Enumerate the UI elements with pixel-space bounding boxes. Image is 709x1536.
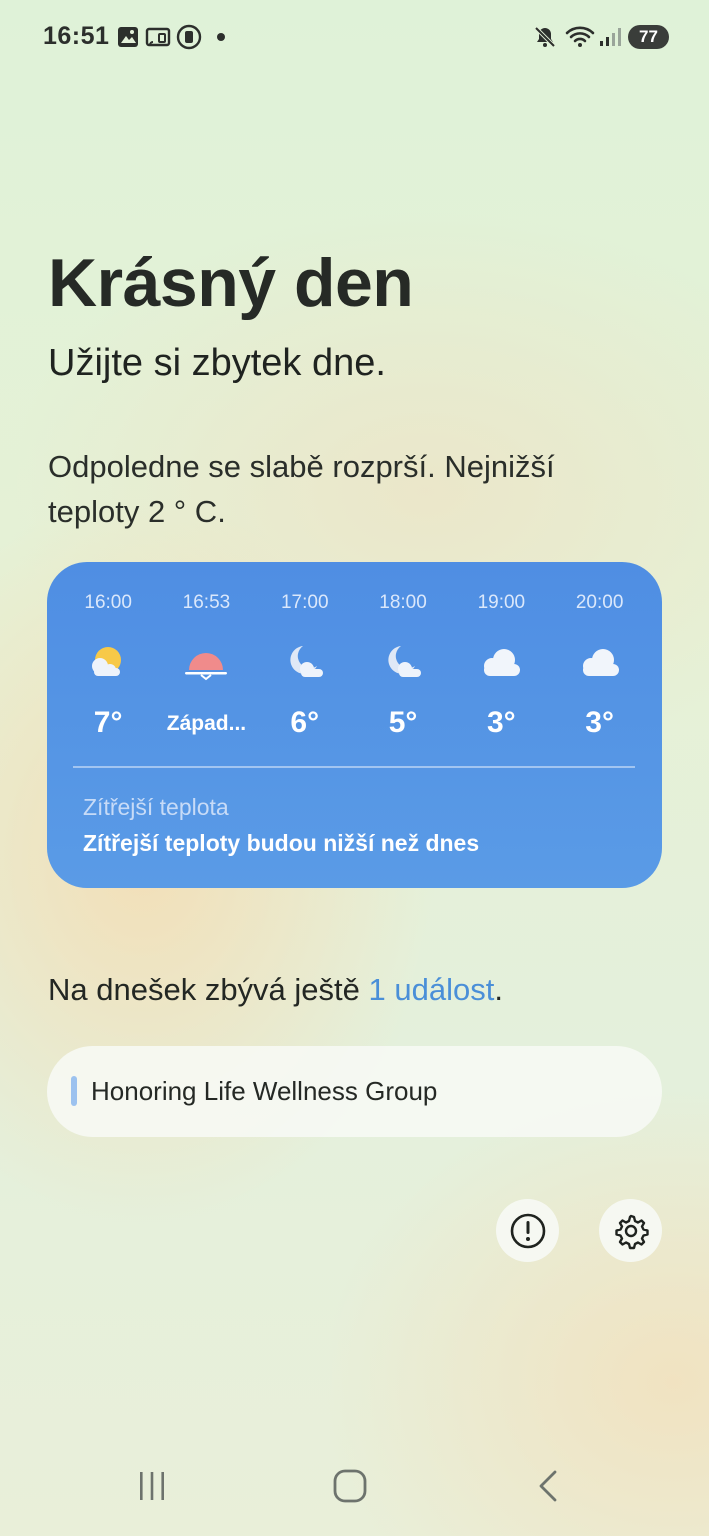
- hour-temp: 3°: [585, 706, 614, 739]
- hour-time: 17:00: [280, 592, 329, 613]
- greeting-subtitle: Užijte si zbytek dne.: [48, 342, 386, 384]
- notification-dot: [217, 33, 225, 41]
- event-title: Honoring Life Wellness Group: [91, 1076, 438, 1106]
- hour-forecast-item: 19:00 3°: [452, 592, 550, 740]
- cloud-icon: [582, 649, 619, 676]
- tomorrow-text: Zítřejší teploty budou nižší než dnes: [83, 830, 480, 856]
- hour-forecast-item: 16:00 7°: [59, 592, 157, 740]
- cloud-icon: [484, 649, 521, 676]
- info-icon: [510, 1213, 545, 1248]
- event-color-bar: [71, 1076, 77, 1106]
- moon-cloud-icon: [388, 646, 422, 677]
- status-time: 16:51: [43, 22, 110, 50]
- hour-time: 20:00: [575, 592, 624, 613]
- weather-card[interactable]: 16:00 7° 16:53 Západ... 17:00 6° 18:00 5…: [47, 562, 662, 888]
- event-item[interactable]: Honoring Life Wellness Group: [47, 1046, 662, 1137]
- card-divider: [73, 766, 635, 768]
- gallery-icon: [118, 27, 138, 47]
- hourly-forecast: 16:00 7° 16:53 Západ... 17:00 6° 18:00 5…: [59, 592, 649, 740]
- gear-icon: [614, 1214, 649, 1249]
- cast-icon: [145, 27, 171, 47]
- moon-cloud-icon: [290, 646, 323, 677]
- sun-cloud-icon: [92, 647, 122, 676]
- hour-forecast-item: 20:00 3°: [550, 592, 648, 740]
- greeting-title: Krásný den: [48, 245, 414, 321]
- mute-icon: [534, 26, 556, 48]
- hour-temp: 3°: [486, 706, 516, 739]
- back-icon: [539, 1470, 557, 1502]
- events-summary: Na dnešek zbývá ještě 1 událost.: [48, 972, 503, 1008]
- hour-time: 16:00: [84, 592, 132, 613]
- hour-time: 18:00: [379, 592, 427, 613]
- settings-button[interactable]: [599, 1199, 662, 1262]
- wifi-icon: [565, 26, 595, 47]
- hour-forecast-item: 17:00 6°: [256, 592, 354, 740]
- battery-indicator: 77: [628, 25, 669, 49]
- signal-icon: [600, 28, 621, 46]
- hour-temp: 6°: [290, 706, 320, 739]
- recents-icon: [140, 1472, 164, 1500]
- hour-time: 19:00: [477, 592, 526, 613]
- hour-forecast-item: 16:53 Západ...: [157, 592, 255, 740]
- hour-time: 16:53: [182, 592, 231, 613]
- info-button[interactable]: [496, 1199, 559, 1262]
- tomorrow-label: Zítřejší teplota: [83, 794, 229, 820]
- hour-temp: Západ...: [166, 712, 247, 735]
- home-button[interactable]: [330, 1466, 370, 1506]
- hour-temp: 5°: [388, 706, 418, 739]
- screen-record-icon: [176, 24, 202, 50]
- hour-forecast-item: 18:00 5°: [354, 592, 452, 740]
- events-suffix: .: [494, 972, 503, 1007]
- forecast-summary: Odpoledne se slabě rozprší. Nejnižší tep…: [48, 449, 555, 529]
- status-bar: 16:51 77: [0, 0, 709, 74]
- home-icon: [333, 1469, 367, 1503]
- events-link[interactable]: 1 událost: [369, 972, 495, 1007]
- recents-button[interactable]: [132, 1466, 172, 1506]
- back-button[interactable]: [529, 1466, 569, 1506]
- events-prefix: Na dnešek zbývá ještě: [48, 972, 369, 1007]
- hour-temp: 7°: [93, 706, 123, 739]
- sunset-icon: [185, 653, 228, 681]
